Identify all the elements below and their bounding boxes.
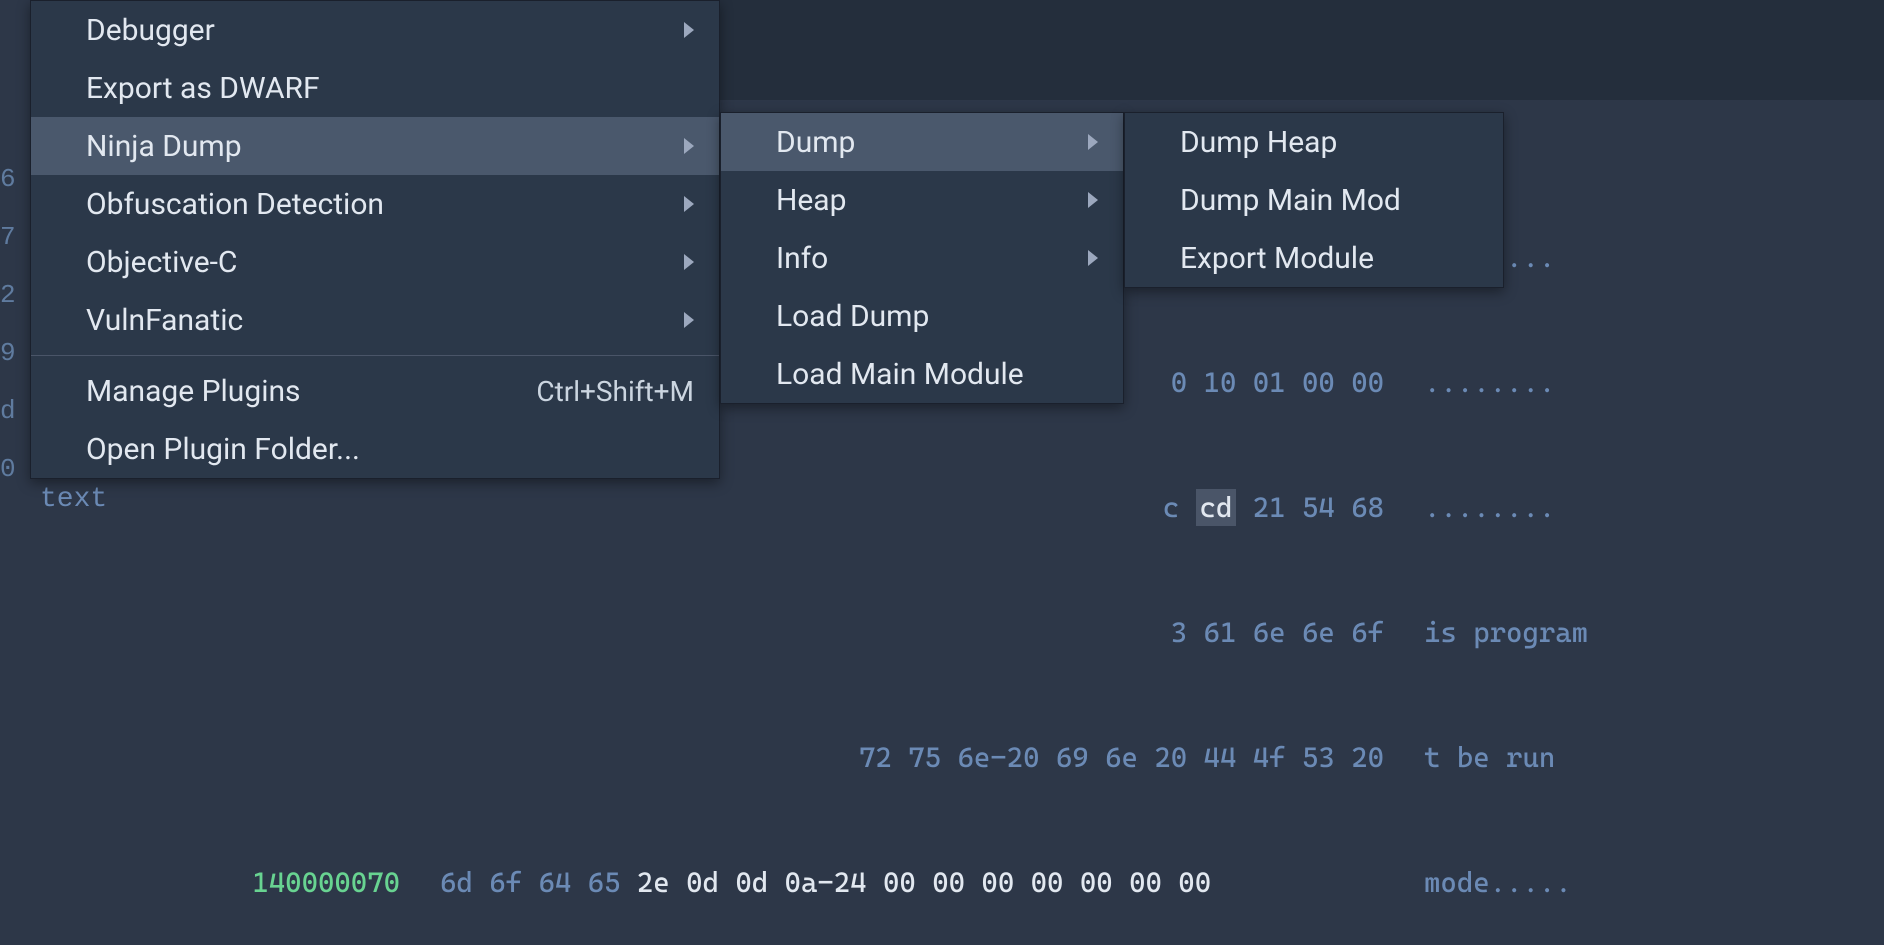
menu-item-obfuscation-detection[interactable]: Obfuscation Detection [31,175,719,233]
hex-highlight: cd [1196,489,1237,526]
menu-label: Info [776,241,828,276]
keyboard-shortcut: Ctrl+Shift+M [536,375,694,408]
menu-item-info[interactable]: Info [721,229,1123,287]
menu-label: Ninja Dump [86,129,242,164]
menu-separator [31,355,719,356]
menu-label: Dump [776,125,855,160]
menu-item-export-dwarf[interactable]: Export as DWARF [31,59,719,117]
menu-item-dump-heap[interactable]: Dump Heap [1125,113,1503,171]
hex-cell: 21 54 68 [1236,491,1384,524]
ascii-cell: ........ [1424,355,1884,410]
menu-label: Heap [776,183,846,218]
menu-item-objective-c[interactable]: Objective-C [31,233,719,291]
menu-label: VulnFanatic [86,303,243,338]
ascii-cell: is program [1424,605,1884,660]
menu-label: Export as DWARF [86,71,320,106]
ascii-cell: mode..... [1424,855,1884,910]
menu-label: Dump Heap [1180,125,1337,160]
dump-submenu: Dump Heap Dump Main Mod Export Module [1124,112,1504,288]
menu-item-export-module[interactable]: Export Module [1125,229,1503,287]
menu-item-dump[interactable]: Dump [721,113,1123,171]
address-cell: 140000070 [0,855,440,910]
chevron-right-icon [684,138,694,154]
plugins-menu: Debugger Export as DWARF Ninja Dump Obfu… [30,0,720,479]
menu-item-ninja-dump[interactable]: Ninja Dump [31,117,719,175]
chevron-right-icon [1088,250,1098,266]
menu-label: Objective-C [86,245,237,280]
chevron-right-icon [684,312,694,328]
menu-label: Load Main Module [776,357,1024,392]
chevron-right-icon [684,22,694,38]
menu-item-debugger[interactable]: Debugger [31,1,719,59]
ascii-cell: t be run [1424,730,1884,785]
hex-cell: c [1163,491,1196,524]
menu-label: Obfuscation Detection [86,187,384,222]
menu-label: Open Plugin Folder... [86,432,360,467]
menu-item-load-main-module[interactable]: Load Main Module [721,345,1123,403]
menu-label: Manage Plugins [86,374,301,409]
menu-item-vulnfanatic[interactable]: VulnFanatic [31,291,719,349]
chevron-right-icon [1088,192,1098,208]
chevron-right-icon [1088,134,1098,150]
menu-item-dump-main-mod[interactable]: Dump Main Mod [1125,171,1503,229]
hex-cell: 72 75 6e-20 69 6e 20 44 4f 53 20 [440,730,1424,785]
menu-label: Load Dump [776,299,929,334]
section-label: text [40,484,107,515]
menu-label: Dump Main Mod [1180,183,1401,218]
ascii-cell: ........ [1424,480,1884,535]
hex-cell: 6d 6f 64 65 2e 0d 0d 0a-24 00 00 00 00 0… [440,855,1424,910]
menu-item-load-dump[interactable]: Load Dump [721,287,1123,345]
menu-item-manage-plugins[interactable]: Manage Plugins Ctrl+Shift+M [31,362,719,420]
menu-label: Debugger [86,13,215,48]
menu-label: Export Module [1180,241,1374,276]
menu-item-heap[interactable]: Heap [721,171,1123,229]
chevron-right-icon [684,196,694,212]
chevron-right-icon [684,254,694,270]
hex-cell: 3 61 6e 6e 6f [440,605,1424,660]
ninja-dump-submenu: Dump Heap Info Load Dump Load Main Modul… [720,112,1124,404]
menu-item-open-plugin-folder[interactable]: Open Plugin Folder... [31,420,719,478]
